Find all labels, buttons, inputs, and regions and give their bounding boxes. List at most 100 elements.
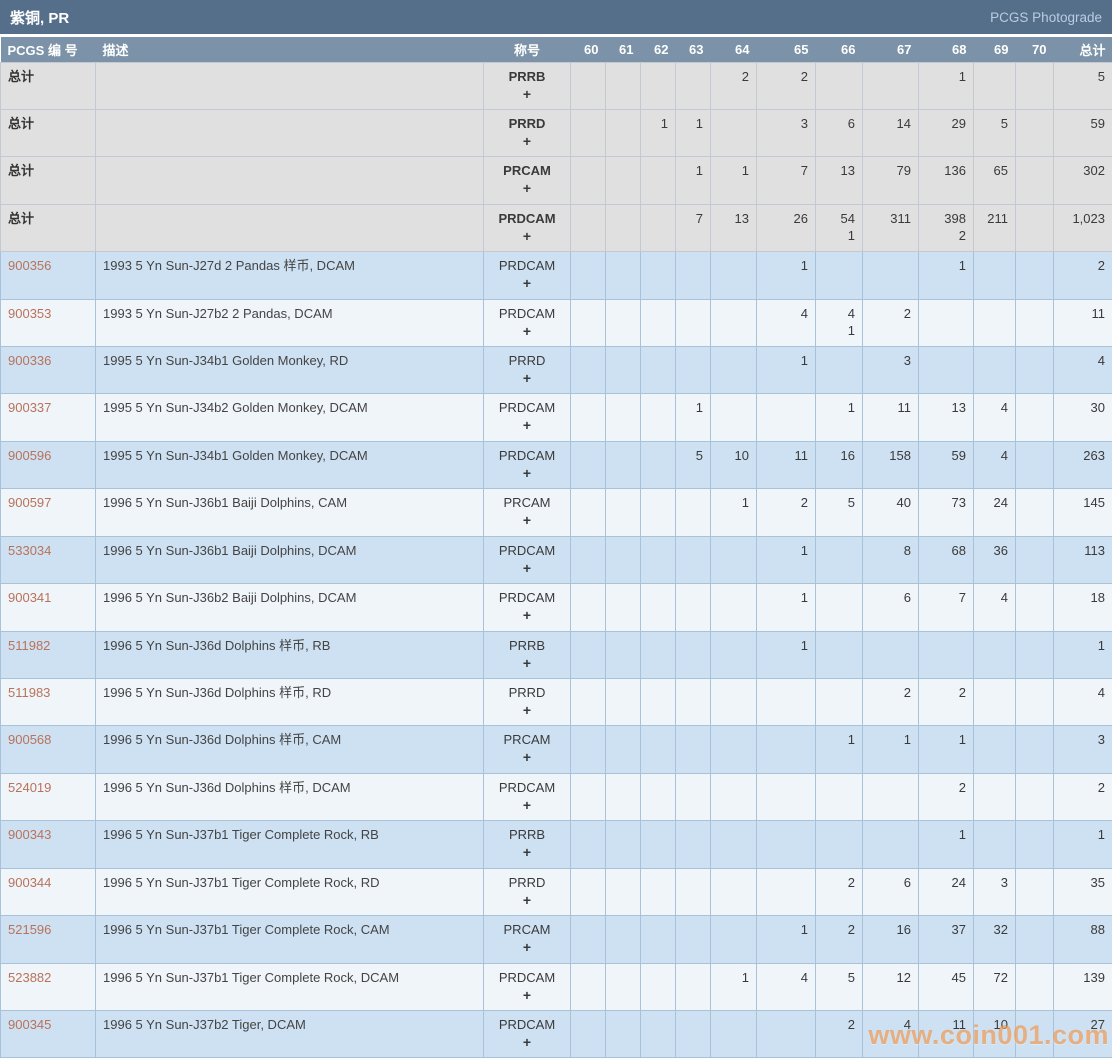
- grade-cell-67: 14: [862, 108, 919, 158]
- designation-label: PRDCAM: [498, 258, 556, 274]
- pcgs-number-link[interactable]: 511983: [8, 685, 50, 700]
- pcgs-number-cell: 900337: [0, 393, 96, 442]
- designation-cell: PRCAM +: [483, 156, 571, 205]
- grade-cell-62: [640, 962, 676, 1011]
- grade-cell-67: 6: [862, 867, 919, 917]
- title-bar: 紫铜, PR PCGS Photograde: [0, 0, 1112, 37]
- grade-cell-68: 136: [918, 156, 974, 205]
- designation-plus-label: +: [522, 85, 532, 102]
- pcgs-number-cell: 900568: [0, 725, 96, 774]
- pcgs-number-link[interactable]: 524019: [8, 780, 51, 795]
- grade-cell-70: [1015, 203, 1054, 253]
- grade-cell-67: 11: [862, 393, 919, 442]
- pcgs-number-link[interactable]: 900343: [8, 827, 51, 842]
- description-cell: 1996 5 Yn Sun-J36d Dolphins 样币, RD: [95, 677, 484, 727]
- grade-cell-66: 54 1: [815, 203, 863, 253]
- column-header-description: 描述: [95, 37, 484, 62]
- grade-cell-67: [862, 820, 919, 869]
- pcgs-number-link[interactable]: 900356: [8, 258, 51, 273]
- grade-cell-total: 139: [1053, 962, 1112, 1011]
- column-header-65: 65: [756, 37, 816, 62]
- grade-cell-64: [710, 1009, 757, 1059]
- grade-cell-64: 1: [710, 488, 757, 537]
- column-header-pcgs-number: PCGS 编 号: [0, 37, 96, 62]
- grade-cell-66: 1: [815, 725, 863, 774]
- grade-cell-60: [570, 915, 606, 964]
- pcgs-number-link[interactable]: 900344: [8, 875, 51, 890]
- table-row: 900336 1995 5 Yn Sun-J34b1 Golden Monkey,…: [0, 346, 1112, 395]
- designation-plus-label: +: [522, 370, 532, 387]
- pcgs-number-link[interactable]: 900336: [8, 353, 51, 368]
- pcgs-number-link[interactable]: 900337: [8, 400, 51, 415]
- pcgs-number-link[interactable]: 900596: [8, 448, 51, 463]
- designation-label: PRDCAM: [498, 590, 556, 606]
- grade-cell-62: 1: [640, 108, 676, 158]
- grade-cell-66: [815, 61, 863, 110]
- grade-cell-65: 1: [756, 535, 816, 585]
- grade-cell-66: [815, 346, 863, 395]
- grade-cell-63: [675, 725, 711, 774]
- grade-cell-61: [605, 393, 641, 442]
- grade-cell-65: 11: [756, 440, 816, 490]
- pcgs-number-link[interactable]: 900597: [8, 495, 51, 510]
- pcgs-number-link[interactable]: 900568: [8, 732, 51, 747]
- pcgs-number-link[interactable]: 533034: [8, 543, 51, 558]
- column-header-70: 70: [1015, 37, 1054, 62]
- grade-cell-65: 1: [756, 251, 816, 300]
- description-cell: 1993 5 Yn Sun-J27b2 2 Pandas, DCAM: [95, 298, 484, 348]
- pcgs-number-link[interactable]: 521596: [8, 922, 51, 937]
- grade-cell-69: 3: [973, 867, 1016, 917]
- grade-cell-65: [756, 820, 816, 869]
- designation-cell: PRDCAM +: [483, 535, 571, 585]
- grade-cell-70: [1015, 488, 1054, 537]
- designation-label: PRRB: [508, 637, 546, 653]
- grade-cell-63: 1: [675, 156, 711, 205]
- grade-cell-62: [640, 393, 676, 442]
- grade-cell-65: [756, 1009, 816, 1059]
- grade-cell-70: [1015, 156, 1054, 205]
- designation-cell: PRDCAM +: [483, 583, 571, 632]
- description-cell: 1996 5 Yn Sun-J36d Dolphins 样币, CAM: [95, 725, 484, 774]
- grade-cell-68: 45: [918, 962, 974, 1011]
- designation-plus-label: +: [522, 749, 532, 766]
- grade-cell-63: [675, 535, 711, 585]
- pcgs-number-link[interactable]: 900341: [8, 590, 51, 605]
- grade-cell-66: 16: [815, 440, 863, 490]
- grade-cell-60: [570, 488, 606, 537]
- grade-cell-65: 2: [756, 61, 816, 110]
- grade-cell-64: 13: [710, 203, 757, 253]
- pcgs-number-link[interactable]: 511982: [8, 638, 50, 653]
- designation-label: PRDCAM: [498, 400, 556, 416]
- grade-cell-62: [640, 251, 676, 300]
- grade-cell-70: [1015, 535, 1054, 585]
- grade-cell-67: 16: [862, 915, 919, 964]
- designation-label: PRRD: [508, 115, 546, 131]
- grade-cell-60: [570, 820, 606, 869]
- total-label-cell: 总计: [0, 156, 96, 205]
- grade-cell-70: [1015, 251, 1054, 300]
- pcgs-number-link[interactable]: 523882: [8, 970, 51, 985]
- grade-cell-total: 1,023: [1053, 203, 1112, 253]
- pcgs-number-cell: 511982: [0, 630, 96, 679]
- pcgs-number-link[interactable]: 900345: [8, 1017, 51, 1032]
- grade-cell-67: 8: [862, 535, 919, 585]
- table-row: 900596 1995 5 Yn Sun-J34b1 Golden Monkey,…: [0, 440, 1112, 490]
- grade-cell-64: 2: [710, 61, 757, 110]
- grade-cell-70: [1015, 725, 1054, 774]
- grade-cell-68: 13: [918, 393, 974, 442]
- designation-label: PRCAM: [503, 495, 551, 511]
- grade-cell-64: [710, 820, 757, 869]
- grade-cell-65: [756, 772, 816, 822]
- table-row: 523882 1996 5 Yn Sun-J37b1 Tiger Complete…: [0, 962, 1112, 1011]
- grade-cell-67: [862, 61, 919, 110]
- description-cell: 1996 5 Yn Sun-J36d Dolphins 样币, DCAM: [95, 772, 484, 822]
- pcgs-number-link[interactable]: 900353: [8, 306, 51, 321]
- grade-cell-70: [1015, 630, 1054, 679]
- description-cell: [95, 156, 484, 205]
- table-row: 900568 1996 5 Yn Sun-J36d Dolphins 样币, CA…: [0, 725, 1112, 774]
- grade-cell-70: [1015, 772, 1054, 822]
- designation-label: PRDCAM: [498, 447, 556, 463]
- grade-cell-64: [710, 298, 757, 348]
- photograde-link[interactable]: PCGS Photograde: [990, 10, 1102, 25]
- grade-cell-61: [605, 867, 641, 917]
